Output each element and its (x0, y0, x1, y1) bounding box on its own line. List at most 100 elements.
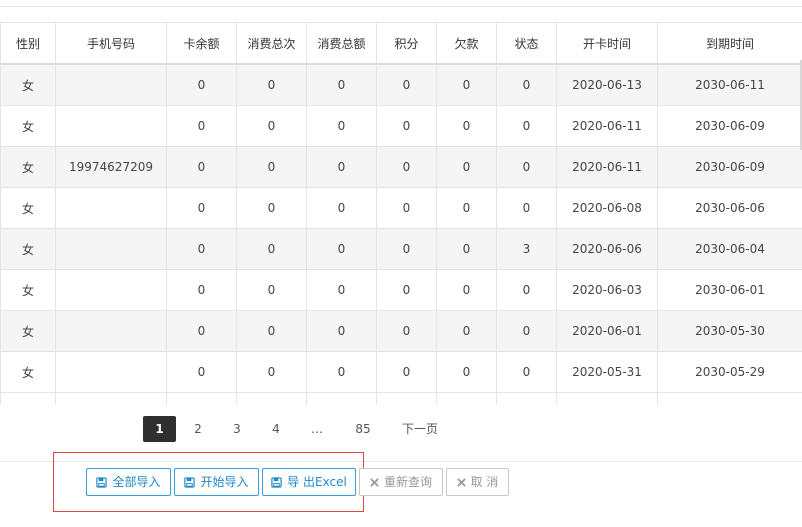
table-cell: 3 (496, 228, 557, 270)
table-cell: 女 (0, 269, 56, 311)
table-cell: 女 (0, 351, 56, 393)
table-cell: 女 (0, 63, 56, 106)
import-all-button[interactable]: 全部导入 (86, 468, 171, 496)
table-cell: 0 (306, 310, 377, 352)
table-cell: 0 (376, 269, 437, 311)
table-cell: 2020-05-31 (556, 351, 658, 393)
close-icon (457, 477, 466, 487)
table-cell (55, 310, 167, 352)
column-header: 状态 (496, 22, 557, 65)
table-cell (55, 105, 167, 147)
table-cell: 0 (306, 228, 377, 270)
table-cell: 0 (376, 228, 437, 270)
table-cell: 0 (436, 187, 497, 229)
page-4-button[interactable]: 4 (261, 416, 291, 442)
table-cell: 0 (166, 146, 237, 188)
table-cell: 2030-06-06 (657, 187, 802, 229)
floppy-disk-icon (184, 476, 196, 488)
cancel-label: 取 消 (470, 475, 499, 489)
table-cell: 2020-06-06 (556, 228, 658, 270)
start-import-label: 开始导入 (200, 475, 249, 489)
table-row[interactable]: 女 0 0 0 0 0 0 2020-06-13 2030-06-11 (0, 63, 802, 106)
table-cell: 0 (166, 310, 237, 352)
table-cell: 女 (0, 146, 56, 188)
floppy-disk-icon (96, 476, 108, 488)
table-row[interactable]: 女 0 0 0 0 0 3 2020-06-06 2030-06-04 (0, 228, 802, 270)
table-row[interactable]: 女 0 0 0 0 0 0 2020-06-08 2030-06-06 (0, 187, 802, 229)
table-cell (55, 392, 167, 405)
requery-label: 重新查询 (383, 475, 432, 489)
table-cell (0, 392, 56, 405)
table-row[interactable]: 女 19974627209 0 0 0 0 0 0 2020-06-11 2030-06-09 (0, 146, 802, 188)
table-cell: 0 (306, 105, 377, 147)
table-row[interactable]: 女 0 0 0 0 0 0 2020-05-31 2030-05-29 (0, 351, 802, 393)
table-cell: 0 (376, 105, 437, 147)
table-header-row: 性别 手机号码 卡余额 消费总次 消费总额 积分 欠款 状态 开卡时间 到期时间 (0, 22, 802, 65)
column-header: 欠款 (436, 22, 497, 65)
table-cell (55, 351, 167, 393)
table-cell (55, 63, 167, 106)
table-cell: 0 (236, 269, 307, 311)
table-cell (436, 392, 497, 405)
pagination: 1 2 3 4 … 85 下一页 (0, 416, 802, 442)
table-cell: 女 (0, 228, 56, 270)
export-excel-button[interactable]: 导 出Excel (262, 468, 356, 496)
page-1-button[interactable]: 1 (143, 416, 176, 442)
export-excel-label: 导 出Excel (287, 475, 347, 489)
close-icon (370, 477, 379, 487)
page-3-button[interactable]: 3 (222, 416, 252, 442)
table-cell (236, 392, 307, 405)
table-cell: 0 (306, 187, 377, 229)
table-cell: 2030-05-30 (657, 310, 802, 352)
cancel-button[interactable]: 取 消 (446, 468, 509, 496)
table-cell: 0 (236, 105, 307, 147)
table-cell: 0 (236, 63, 307, 106)
table-cell: 0 (496, 187, 557, 229)
table-cell (306, 392, 377, 405)
table-cell: 2020-06-01 (556, 310, 658, 352)
table-row[interactable]: 女 0 0 0 0 0 0 2020-06-03 2030-06-01 (0, 269, 802, 311)
table-row[interactable]: 女 0 0 0 0 0 0 2020-06-11 2030-06-09 (0, 105, 802, 147)
requery-button[interactable]: 重新查询 (359, 468, 443, 496)
table-cell: 0 (376, 146, 437, 188)
table-cell (55, 228, 167, 270)
table-cell: 0 (166, 269, 237, 311)
page-85-button[interactable]: 85 (346, 416, 380, 442)
table-cell: 女 (0, 105, 56, 147)
table-cell: 0 (166, 63, 237, 106)
page-ellipsis: … (311, 422, 323, 436)
table-cell: 0 (166, 351, 237, 393)
table-cell: 0 (306, 146, 377, 188)
table-cell: 0 (436, 105, 497, 147)
floppy-disk-icon (271, 476, 282, 488)
table-cell: 0 (496, 269, 557, 311)
page-2-button[interactable]: 2 (183, 416, 213, 442)
table-row[interactable]: 女 0 0 0 0 0 0 2020-06-01 2030-05-30 (0, 310, 802, 352)
member-table: 性别 手机号码 卡余额 消费总次 消费总额 积分 欠款 状态 开卡时间 到期时间 女0000002… (0, 22, 802, 405)
column-header: 消费总次 (236, 22, 307, 65)
table-row-partial (0, 392, 802, 405)
table-cell: 0 (496, 351, 557, 393)
member-table-container: 性别 手机号码 卡余额 消费总次 消费总额 积分 欠款 状态 开卡时间 到期时间 女0000002… (0, 22, 802, 405)
next-page-button[interactable]: 下一页 (396, 416, 444, 442)
top-divider (0, 6, 802, 7)
column-header: 积分 (376, 22, 437, 65)
table-cell: 2020-06-11 (556, 105, 658, 147)
table-cell: 0 (436, 310, 497, 352)
table-cell: 2030-05-29 (657, 351, 802, 393)
table-cell: 0 (436, 269, 497, 311)
table-cell: 0 (236, 351, 307, 393)
table-cell: 2030-06-09 (657, 146, 802, 188)
table-cell: 0 (376, 310, 437, 352)
table-cell: 2020-06-11 (556, 146, 658, 188)
table-cell: 0 (166, 228, 237, 270)
table-cell: 0 (496, 310, 557, 352)
table-cell: 0 (496, 105, 557, 147)
table-cell: 0 (236, 310, 307, 352)
table-cell: 0 (236, 187, 307, 229)
start-import-button[interactable]: 开始导入 (174, 468, 259, 496)
table-cell: 0 (436, 351, 497, 393)
table-cell: 2030-06-09 (657, 105, 802, 147)
table-cell: 0 (306, 269, 377, 311)
table-cell: 19974627209 (55, 146, 167, 188)
